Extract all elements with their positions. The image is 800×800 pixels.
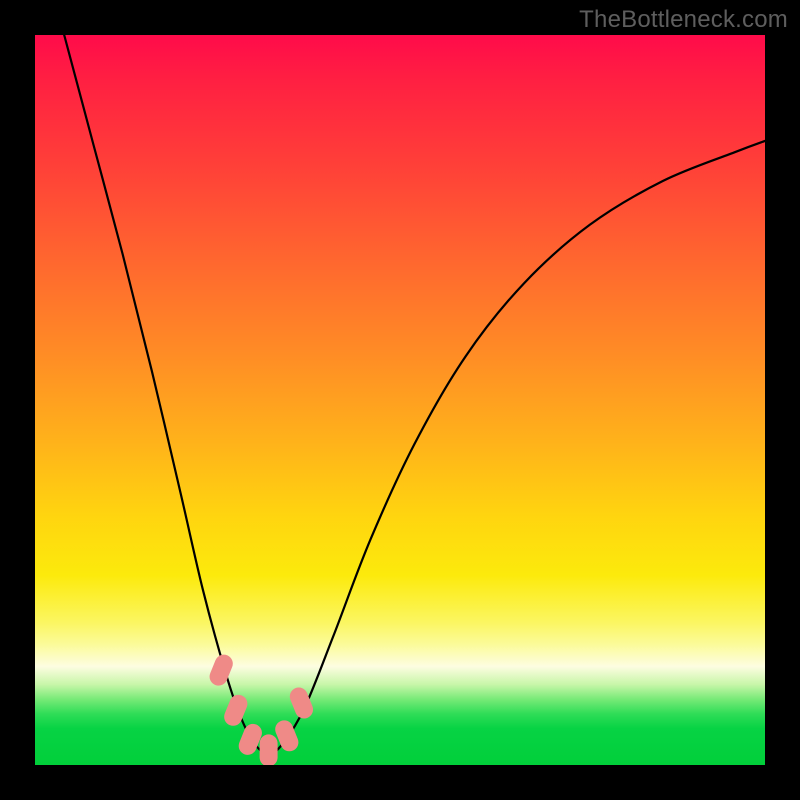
plot-area <box>35 35 765 765</box>
curve-marker <box>221 692 250 728</box>
chart-frame: TheBottleneck.com <box>0 0 800 800</box>
curve-layer <box>35 35 765 765</box>
curve-marker <box>260 734 278 765</box>
curve-marker <box>207 652 236 688</box>
watermark-label: TheBottleneck.com <box>579 6 788 34</box>
bottleneck-curve <box>64 35 765 754</box>
marker-group <box>207 652 316 765</box>
